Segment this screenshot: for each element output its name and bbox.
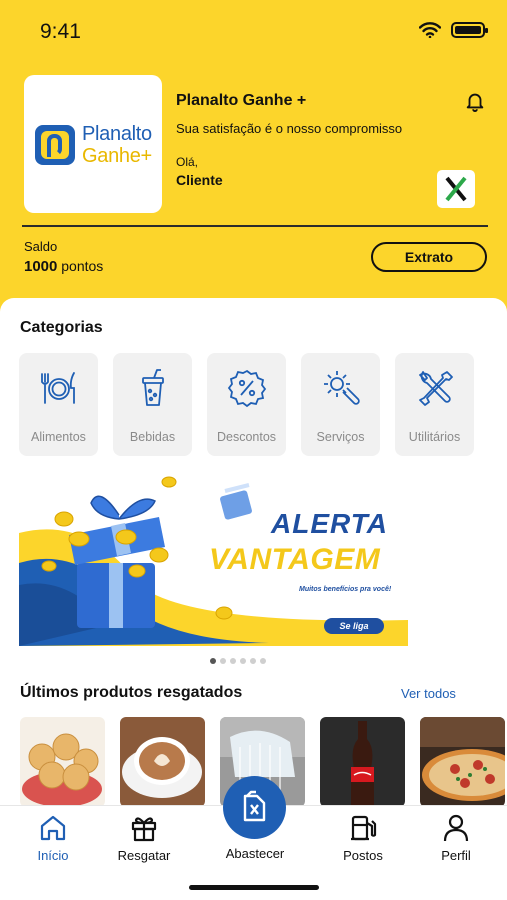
product-cappuccino[interactable]	[120, 717, 205, 807]
category-servicos[interactable]: Serviços	[301, 353, 380, 456]
partner-x-badge[interactable]	[437, 170, 475, 208]
tab-label: Perfil	[441, 848, 471, 863]
app-subtitle: Sua satisfação é o nosso compromisso	[176, 121, 403, 136]
category-alimentos[interactable]: Alimentos	[19, 353, 98, 456]
balance-label: Saldo	[24, 239, 58, 254]
user-name: Cliente	[176, 172, 223, 188]
home-icon	[40, 815, 66, 841]
status-icons	[419, 22, 488, 38]
category-label: Descontos	[216, 430, 277, 444]
abastecer-fab-button[interactable]	[223, 776, 286, 839]
greeting: Olá,	[176, 155, 199, 169]
product-pizza[interactable]	[420, 717, 505, 807]
logo-text-line2: Ganhe+	[82, 145, 152, 167]
balance-unit: pontos	[61, 258, 104, 274]
fuel-pump-icon	[351, 815, 377, 841]
brand-logo-card: Planalto Ganhe+	[24, 75, 162, 213]
banner-subtitle: Muitos benefícios pra você!	[299, 586, 392, 593]
statement-button[interactable]: Extrato	[371, 242, 487, 272]
tab-label: Resgatar	[117, 848, 171, 863]
app-title: Planalto Ganhe +	[176, 92, 307, 109]
tab-label: Início	[37, 848, 69, 863]
battery-icon	[451, 22, 488, 38]
gift-icon	[131, 817, 157, 842]
category-descontos[interactable]: Descontos	[207, 353, 286, 456]
category-label: Serviços	[316, 430, 365, 444]
user-icon	[443, 814, 469, 842]
logo-p-icon	[35, 125, 75, 165]
category-label: Utilitários	[408, 430, 461, 444]
wrench-gear-icon	[324, 371, 360, 405]
balance-points: 1000	[24, 258, 58, 275]
carousel-dot[interactable]	[210, 658, 216, 664]
product-pao-de-queijo[interactable]	[20, 717, 105, 807]
header-divider	[22, 225, 488, 227]
recent-products-title: Últimos produtos resgatados	[20, 684, 243, 701]
product-coca-cola[interactable]	[320, 717, 405, 807]
wifi-icon	[419, 22, 441, 38]
category-utilitarios[interactable]: Utilitários	[395, 353, 474, 456]
home-indicator	[189, 885, 319, 890]
banner-cta[interactable]: Se liga	[324, 618, 384, 634]
carousel-dot[interactable]	[220, 658, 226, 664]
header-area: 9:41 Planalto Ganhe+ Planalto Ganhe + Su…	[0, 0, 507, 320]
tab-label-abastecer: Abastecer	[225, 846, 285, 861]
drink-cup-icon	[142, 369, 164, 406]
category-label: Alimentos	[31, 430, 86, 444]
x-logo-icon	[445, 176, 467, 202]
banner-headline-1: ALERTA	[271, 508, 388, 539]
bell-icon[interactable]	[464, 90, 486, 112]
carousel-indicator	[210, 658, 266, 664]
carousel-dot[interactable]	[230, 658, 236, 664]
category-bebidas[interactable]: Bebidas	[113, 353, 192, 456]
balance-value: 1000 pontos	[24, 258, 103, 275]
see-all-link[interactable]: Ver todos	[401, 686, 456, 701]
status-time: 9:41	[40, 20, 81, 43]
promo-banner[interactable]: ALERTA VANTAGEM Muitos benefícios pra vo…	[19, 475, 408, 646]
fuel-can-icon	[243, 790, 266, 822]
carousel-dot[interactable]	[240, 658, 246, 664]
category-label: Bebidas	[129, 430, 176, 444]
tools-icon	[419, 371, 453, 406]
categories-title: Categorias	[20, 319, 103, 336]
carousel-dot[interactable]	[250, 658, 256, 664]
discount-badge-icon	[227, 369, 267, 408]
carousel-dot[interactable]	[260, 658, 266, 664]
cutlery-plate-icon	[41, 372, 75, 404]
categories-list: Alimentos Bebidas Descontos Serviços Uti…	[19, 353, 474, 456]
banner-headline-2: VANTAGEM	[209, 543, 381, 576]
logo-text-line1: Planalto	[82, 123, 152, 145]
tab-label: Postos	[343, 848, 383, 863]
